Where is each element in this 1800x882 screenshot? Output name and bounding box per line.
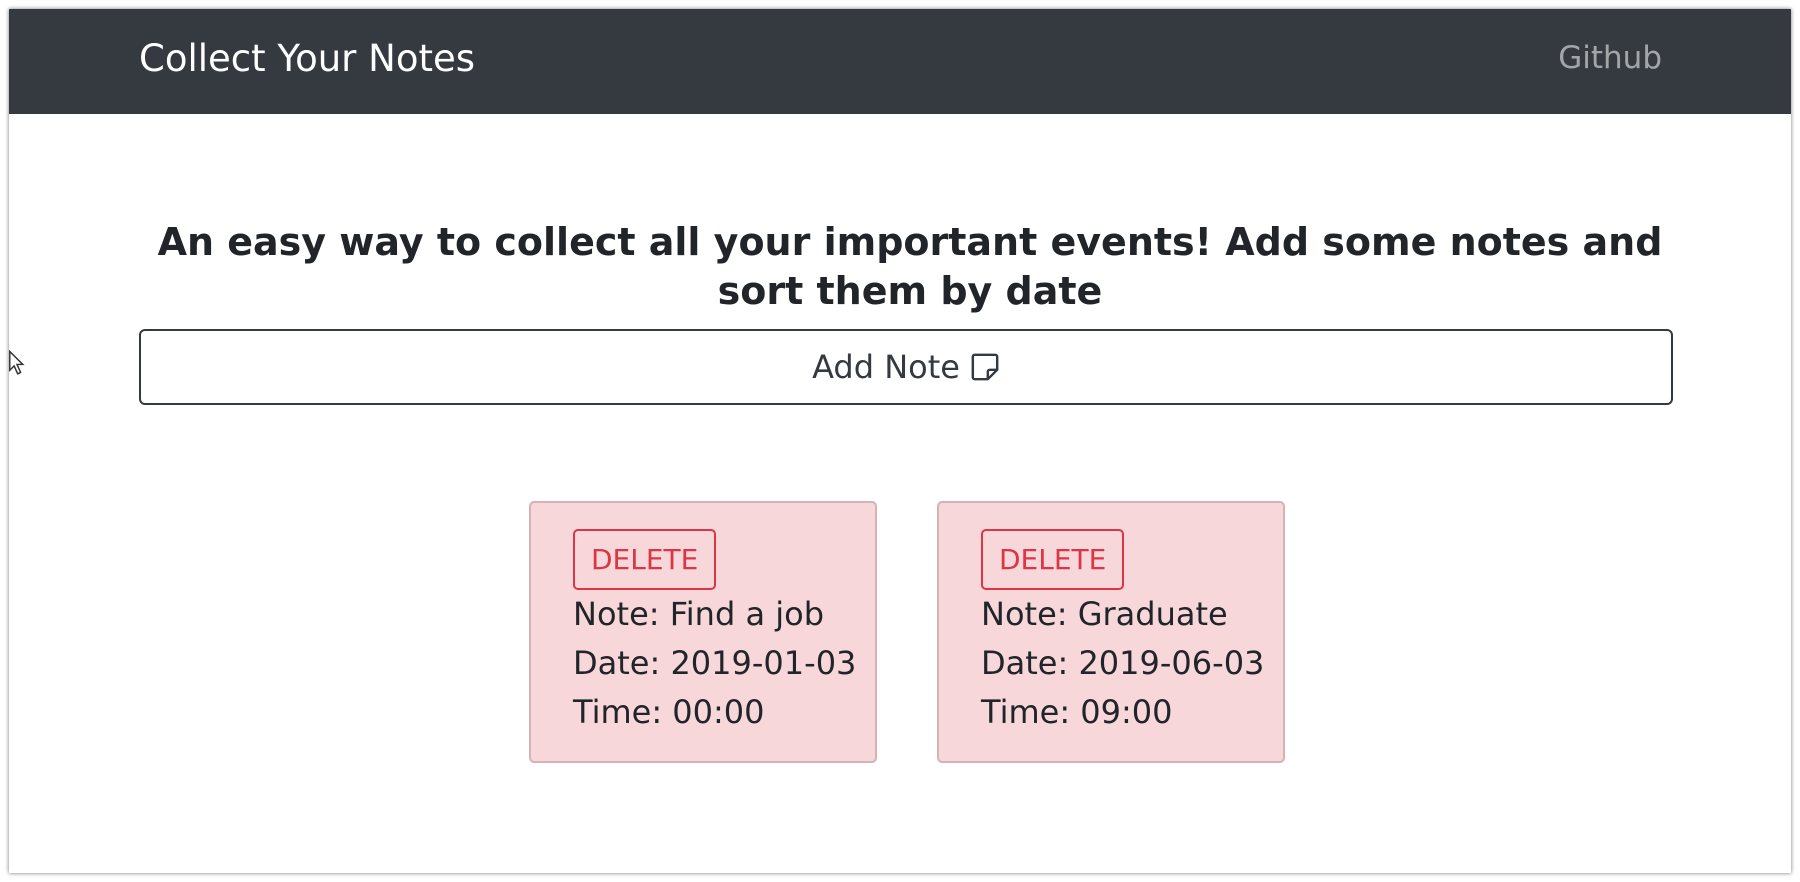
- navbar: Collect Your Notes Github: [9, 9, 1791, 114]
- sticky-note-icon: [971, 353, 999, 381]
- page-headline: An easy way to collect all your importan…: [157, 220, 1663, 313]
- brand-title[interactable]: Collect Your Notes: [139, 37, 475, 80]
- note-time: Time: 09:00: [981, 693, 1173, 731]
- note-date: Date: 2019-06-03: [981, 644, 1265, 682]
- mouse-cursor-icon: [9, 350, 25, 375]
- delete-button[interactable]: DELETE: [981, 529, 1125, 590]
- browser-window: Collect Your Notes Github An easy way to…: [9, 9, 1791, 873]
- note-card: DELETE Note: Find a job Date: 2019-01-03…: [529, 501, 877, 763]
- note-text: Note: Graduate: [981, 595, 1228, 633]
- add-note-label: Add Note: [812, 348, 960, 386]
- note-time: Time: 00:00: [573, 693, 765, 731]
- note-date: Date: 2019-01-03: [573, 644, 857, 682]
- add-note-button[interactable]: Add Note: [139, 329, 1673, 405]
- note-card: DELETE Note: Graduate Date: 2019-06-03 T…: [937, 501, 1285, 763]
- github-link[interactable]: Github: [1558, 40, 1662, 76]
- note-text: Note: Find a job: [573, 595, 824, 633]
- delete-button[interactable]: DELETE: [573, 529, 717, 590]
